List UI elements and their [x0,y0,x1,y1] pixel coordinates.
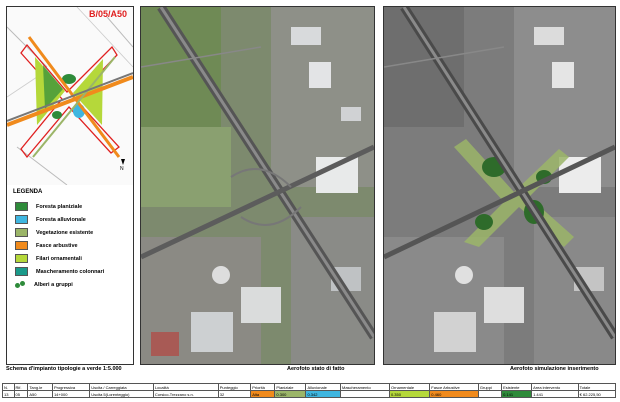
legend-swatch-4 [15,254,28,263]
table-cell: A50 [27,390,53,398]
table-header-cell: Tang.le [27,383,53,391]
table-cell: 1.441 [531,390,579,398]
table-cell: 0.141 [501,390,533,398]
table-header-cell: Fasce Arbustive [429,383,479,391]
table-header-cell: Planiziale [274,383,307,391]
legend-item: Mascheramento colonnari [15,267,104,276]
legend-label: Fasce arbustive [36,242,78,249]
table-cell: 0.300 [274,390,307,398]
table-header-cell: Località [152,383,219,391]
table-header-cell: Area intervento [531,383,579,391]
table-cell [340,390,390,398]
table-cell: 05 [13,390,29,398]
table-header-cell: Priorità [250,383,276,391]
table-cell: € 62.225,50 [577,390,617,398]
aerial-photo-current [140,6,375,365]
legend-item: Foresta alluvionale [15,215,86,224]
table-cell: Corsico-Trezzano s.n. [152,390,219,398]
legend-title: LEGENDA [13,189,43,195]
table-header-cell: Totale [577,383,617,391]
legend-swatch-3 [15,241,28,250]
table-cell: 0.350 [388,390,431,398]
legend-label: Foresta alluvionale [36,216,86,223]
tree-group-icon [15,280,26,289]
legend-swatch-0 [15,202,28,211]
table-cell: 0.460 [429,390,479,398]
table-header-cell: Ornamentale [388,383,431,391]
data-table: N. Rif. Tang.le Progressiva Uscita / Carregg… [2,383,617,398]
legend-label: Mascheramento colonnari [36,268,105,275]
svg-text:N: N [120,166,124,172]
aerial-photo-simulation [383,6,616,365]
table-header-cell: Gruppi [477,383,503,391]
table-header-cell: Alluvionale [305,383,341,391]
legend-item: Vegetazione esistente [15,228,93,237]
legend-item: Alberi a gruppi [15,280,73,289]
schema-caption: Schema d'impianto tipologie a verde 1:5.… [6,366,122,372]
table-cell: 32 [217,390,252,398]
legend-label: Vegetazione esistente [36,229,94,236]
table-cell: Uscita 5(Lorenteggio) [89,390,154,398]
schema-panel: N B/05/A50 LEGENDA Foresta planiziale Fo… [6,6,134,365]
table-cell: 13 [2,390,15,398]
table-header-row: N. Rif. Tang.le Progressiva Uscita / Carregg… [2,383,617,391]
legend-swatch-5 [15,267,28,276]
legend-item: Foresta planiziale [15,202,82,211]
legend-label: Filari ornamentali [36,255,82,262]
legend-label: Alberi a gruppi [34,281,73,288]
table-header-cell: Mascheramento [340,383,390,391]
table-cell: Alta [250,390,276,398]
table-cell: 14+000 [51,390,91,398]
table-header-cell: Uscita / Carreggiata [89,383,154,391]
table-cell [477,390,503,398]
stato-caption: Aerofoto stato di fatto [287,366,345,372]
simulazione-caption: Aerofoto simulazione inserimento [510,366,599,372]
table-header-cell: Esistente [501,383,533,391]
table-header-cell: Punteggio [217,383,252,391]
aerial-image [141,7,374,364]
legend-item: Fasce arbustive [15,241,78,250]
legend-swatch-1 [15,215,28,224]
legend-item: Filari ornamentali [15,254,82,263]
table-header-cell: Rif. [13,383,29,391]
legend-label: Foresta planiziale [36,203,83,210]
table-row: 13 05 A50 14+000 Uscita 5(Lorenteggio) Corsic… [2,390,617,398]
table-cell: 0.342 [305,390,341,398]
table-header-cell: Progressiva [51,383,91,391]
schema-drawing: N [7,7,133,185]
table-header-cell: N. [2,383,15,391]
map-code: B/05/A50 [88,9,127,19]
legend-swatch-2 [15,228,28,237]
simulation-image [384,7,615,364]
